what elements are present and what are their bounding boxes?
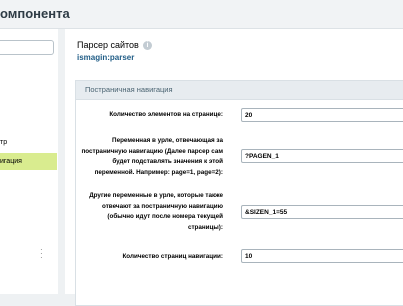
param-label-pages-count: Количество страниц навигации: bbox=[122, 253, 223, 260]
elements-count-input[interactable] bbox=[241, 108, 403, 122]
component-code: ismagin:parser bbox=[77, 53, 135, 62]
component-name: Парсер сайтов bbox=[77, 40, 139, 50]
other-variables-input[interactable] bbox=[241, 205, 403, 219]
more-dots-icon[interactable]: · · · bbox=[40, 246, 43, 262]
tree-search-input[interactable] bbox=[0, 40, 54, 55]
window-header: омпонента bbox=[0, 0, 403, 29]
component-tree-panel: тр игация · · · bbox=[0, 29, 58, 294]
component-settings-panel: Парсер сайтов i ismagin:parser Постранич… bbox=[65, 29, 403, 306]
param-label-other-variables: Другие переменные в урле, которые также … bbox=[89, 192, 223, 231]
info-icon[interactable]: i bbox=[143, 41, 152, 50]
pagination-section: Постраничная навигация Количество элемен… bbox=[75, 80, 403, 306]
section-header: Постраничная навигация bbox=[76, 81, 403, 100]
dialog-title: омпонента bbox=[0, 6, 70, 21]
param-label-pagination-variable: Переменная в урле, отвечающая за постран… bbox=[81, 137, 223, 176]
section-title: Постраничная навигация bbox=[85, 85, 173, 94]
pages-count-input[interactable] bbox=[241, 249, 403, 263]
param-label-elements-count: Количество элементов на странице: bbox=[109, 111, 223, 118]
tree-item-active[interactable]: игация bbox=[0, 153, 57, 170]
pagination-variable-input[interactable] bbox=[241, 149, 403, 163]
tree-item[interactable]: тр bbox=[0, 139, 7, 146]
